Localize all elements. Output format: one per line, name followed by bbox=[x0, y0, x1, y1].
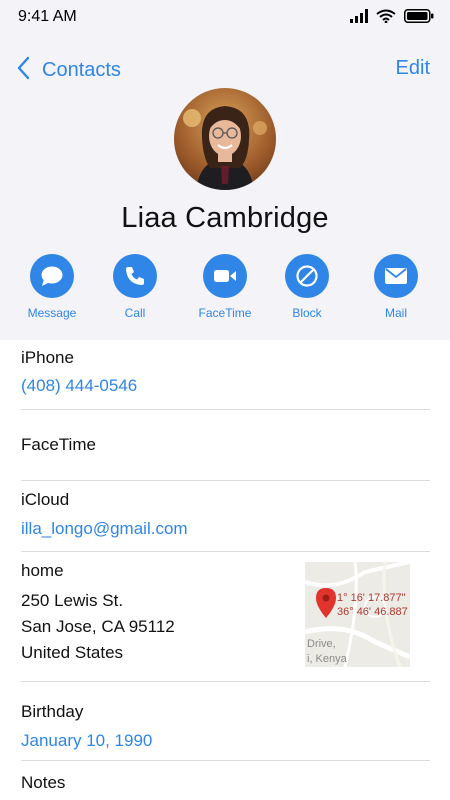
video-icon bbox=[203, 254, 247, 298]
mail-label: Mail bbox=[384, 306, 407, 320]
call-button[interactable]: Call bbox=[95, 254, 175, 320]
back-label: Contacts bbox=[42, 59, 121, 81]
mail-icon bbox=[374, 254, 418, 298]
home-label: home bbox=[21, 561, 64, 580]
birthday-row[interactable]: Birthday January 10, 1990 bbox=[21, 682, 430, 761]
address-line: 250 Lewis St. bbox=[21, 591, 124, 610]
message-button[interactable]: Message bbox=[12, 254, 92, 320]
address-map-thumbnail[interactable]: 1° 16' 17.877" 36° 46' 46.887 Drive, i, … bbox=[305, 562, 410, 667]
phone-row[interactable]: iPhone (408) 444-0546 bbox=[21, 340, 430, 410]
message-icon bbox=[30, 254, 74, 298]
block-label: Block bbox=[292, 306, 322, 320]
facetime-row[interactable]: FaceTime bbox=[21, 410, 430, 481]
mail-button[interactable]: Mail bbox=[356, 254, 436, 320]
action-buttons: Message Call FaceTime Block Mail bbox=[0, 254, 450, 324]
address-line: San Jose, CA 95112 bbox=[21, 617, 175, 636]
call-label: Call bbox=[124, 306, 146, 320]
icloud-email[interactable]: illa_longo@gmail.com bbox=[21, 519, 188, 539]
chevron-left-icon bbox=[16, 56, 30, 85]
status-icons bbox=[350, 9, 434, 28]
message-label: Message bbox=[27, 306, 77, 320]
facetime-field-label: FaceTime bbox=[21, 435, 96, 454]
status-time: 9:41 AM bbox=[18, 8, 77, 25]
icloud-row[interactable]: iCloud illa_longo@gmail.com bbox=[21, 481, 430, 552]
phone-number[interactable]: (408) 444-0546 bbox=[21, 376, 137, 396]
block-button[interactable]: Block bbox=[267, 254, 347, 320]
notes-label: Notes bbox=[21, 773, 66, 792]
status-bar: 9:41 AM bbox=[0, 0, 450, 34]
phone-label: iPhone bbox=[21, 348, 74, 367]
birthday-value[interactable]: January 10, 1990 bbox=[21, 731, 152, 751]
facetime-button[interactable]: FaceTime bbox=[185, 254, 265, 320]
facetime-label: FaceTime bbox=[198, 306, 252, 320]
block-icon bbox=[285, 254, 329, 298]
avatar bbox=[174, 88, 276, 190]
map-pin-icon bbox=[316, 588, 336, 623]
edit-button[interactable]: Edit bbox=[396, 57, 430, 80]
notes-row[interactable]: Notes bbox=[21, 761, 430, 800]
map-coordinate: 1° 16' 17.877" bbox=[337, 592, 406, 604]
birthday-label: Birthday bbox=[21, 702, 84, 721]
wifi-icon bbox=[376, 9, 396, 28]
map-place-label: Drive, bbox=[307, 638, 336, 650]
map-place-label: i, Kenya bbox=[307, 653, 347, 665]
address-line: United States bbox=[21, 643, 124, 662]
signal-icon bbox=[350, 9, 368, 28]
battery-icon bbox=[404, 9, 434, 28]
phone-icon bbox=[113, 254, 157, 298]
contact-header: 9:41 AM Contacts Edit Liaa Cambridge Mes… bbox=[0, 0, 450, 340]
icloud-label: iCloud bbox=[21, 490, 70, 509]
map-coordinate: 36° 46' 46.887 bbox=[337, 606, 408, 618]
contact-name: Liaa Cambridge bbox=[121, 202, 329, 234]
back-button[interactable]: Contacts bbox=[16, 56, 121, 85]
